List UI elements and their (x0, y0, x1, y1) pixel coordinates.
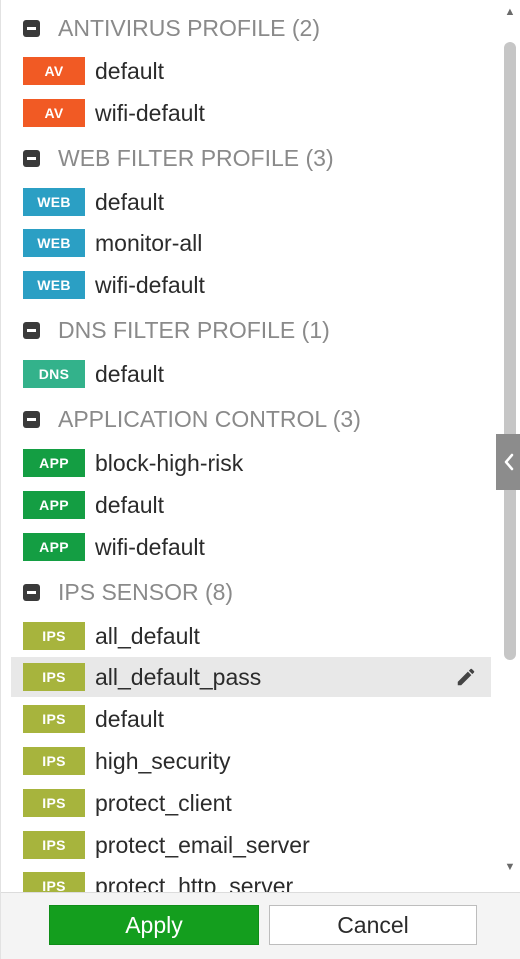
profile-selection-panel: ANTIVIRUS PROFILE (2) AV default AV wifi… (0, 0, 520, 959)
web-badge: WEB (23, 229, 85, 257)
ips-badge: IPS (23, 705, 85, 733)
scroll-down-arrow-icon[interactable]: ▼ (504, 861, 516, 873)
pencil-icon[interactable] (455, 666, 477, 688)
app-badge: APP (23, 491, 85, 519)
collapse-minus-icon[interactable] (23, 321, 40, 339)
app-badge: APP (23, 533, 85, 561)
scroll-up-arrow-icon[interactable]: ▲ (504, 6, 516, 18)
collapse-minus-icon[interactable] (23, 410, 40, 428)
collapse-minus-icon[interactable] (23, 583, 40, 601)
item-label: default (95, 491, 165, 518)
list-item-app-block-high-risk[interactable]: APP block-high-risk (11, 443, 491, 483)
side-panel-toggle[interactable] (496, 434, 520, 490)
scrollbar-thumb[interactable] (504, 42, 516, 660)
list-item-ips-default[interactable]: IPS default (11, 699, 491, 739)
item-label: wifi-default (95, 99, 205, 126)
web-badge: WEB (23, 271, 85, 299)
item-label: default (95, 57, 165, 84)
list-item-web-wifi-default[interactable]: WEB wifi-default (11, 265, 491, 305)
apply-button[interactable]: Apply (49, 905, 259, 945)
list-item-ips-all-default-pass[interactable]: IPS all_default_pass (11, 657, 491, 697)
app-badge: APP (23, 449, 85, 477)
dialog-footer: Apply Cancel (1, 892, 520, 959)
group-title: DNS FILTER PROFILE (1) (58, 316, 330, 343)
dns-badge: DNS (23, 360, 85, 388)
list-item-app-default[interactable]: APP default (11, 485, 491, 525)
item-label: block-high-risk (95, 449, 244, 476)
collapse-minus-icon[interactable] (23, 19, 40, 37)
ips-badge: IPS (23, 663, 85, 691)
group-header-antivirus[interactable]: ANTIVIRUS PROFILE (2) (23, 10, 320, 46)
profile-list: ANTIVIRUS PROFILE (2) AV default AV wifi… (1, 0, 497, 892)
group-title: ANTIVIRUS PROFILE (2) (58, 14, 320, 41)
list-item-ips-protect-client[interactable]: IPS protect_client (11, 783, 491, 823)
list-item-app-wifi-default[interactable]: APP wifi-default (11, 527, 491, 567)
av-badge: AV (23, 99, 85, 127)
list-item-web-monitor-all[interactable]: WEB monitor-all (11, 223, 491, 263)
item-label: all_default (95, 622, 200, 649)
item-label: default (95, 188, 165, 215)
list-item-av-default[interactable]: AV default (11, 51, 491, 91)
group-title: IPS SENSOR (8) (58, 578, 234, 605)
ips-badge: IPS (23, 789, 85, 817)
group-title: APPLICATION CONTROL (3) (58, 405, 361, 432)
list-item-ips-protect-http-server[interactable]: IPS protect_http_server (11, 866, 491, 892)
item-label: default (95, 705, 165, 732)
item-label: default (95, 360, 165, 387)
collapse-minus-icon[interactable] (23, 149, 40, 167)
item-label: wifi-default (95, 533, 205, 560)
group-header-ips-sensor[interactable]: IPS SENSOR (8) (23, 574, 233, 610)
item-label: protect_email_server (95, 831, 310, 858)
group-header-dns-filter[interactable]: DNS FILTER PROFILE (1) (23, 312, 330, 348)
group-header-web-filter[interactable]: WEB FILTER PROFILE (3) (23, 140, 334, 176)
item-label: protect_client (95, 789, 232, 816)
ips-badge: IPS (23, 872, 85, 892)
item-label: protect_http_server (95, 872, 294, 893)
group-title: WEB FILTER PROFILE (3) (58, 144, 334, 171)
list-item-ips-high-security[interactable]: IPS high_security (11, 741, 491, 781)
av-badge: AV (23, 57, 85, 85)
chevron-left-icon (504, 453, 513, 471)
item-label: all_default_pass (95, 663, 262, 690)
list-item-dns-default[interactable]: DNS default (11, 354, 491, 394)
list-item-ips-protect-email-server[interactable]: IPS protect_email_server (11, 825, 491, 865)
ips-badge: IPS (23, 622, 85, 650)
list-item-ips-all-default[interactable]: IPS all_default (11, 616, 491, 656)
cancel-button[interactable]: Cancel (269, 905, 477, 945)
item-label: monitor-all (95, 229, 203, 256)
item-label: wifi-default (95, 271, 205, 298)
ips-badge: IPS (23, 831, 85, 859)
list-item-web-default[interactable]: WEB default (11, 182, 491, 222)
web-badge: WEB (23, 188, 85, 216)
item-label: high_security (95, 747, 231, 774)
group-header-application-control[interactable]: APPLICATION CONTROL (3) (23, 401, 361, 437)
list-item-av-wifi-default[interactable]: AV wifi-default (11, 93, 491, 133)
ips-badge: IPS (23, 747, 85, 775)
